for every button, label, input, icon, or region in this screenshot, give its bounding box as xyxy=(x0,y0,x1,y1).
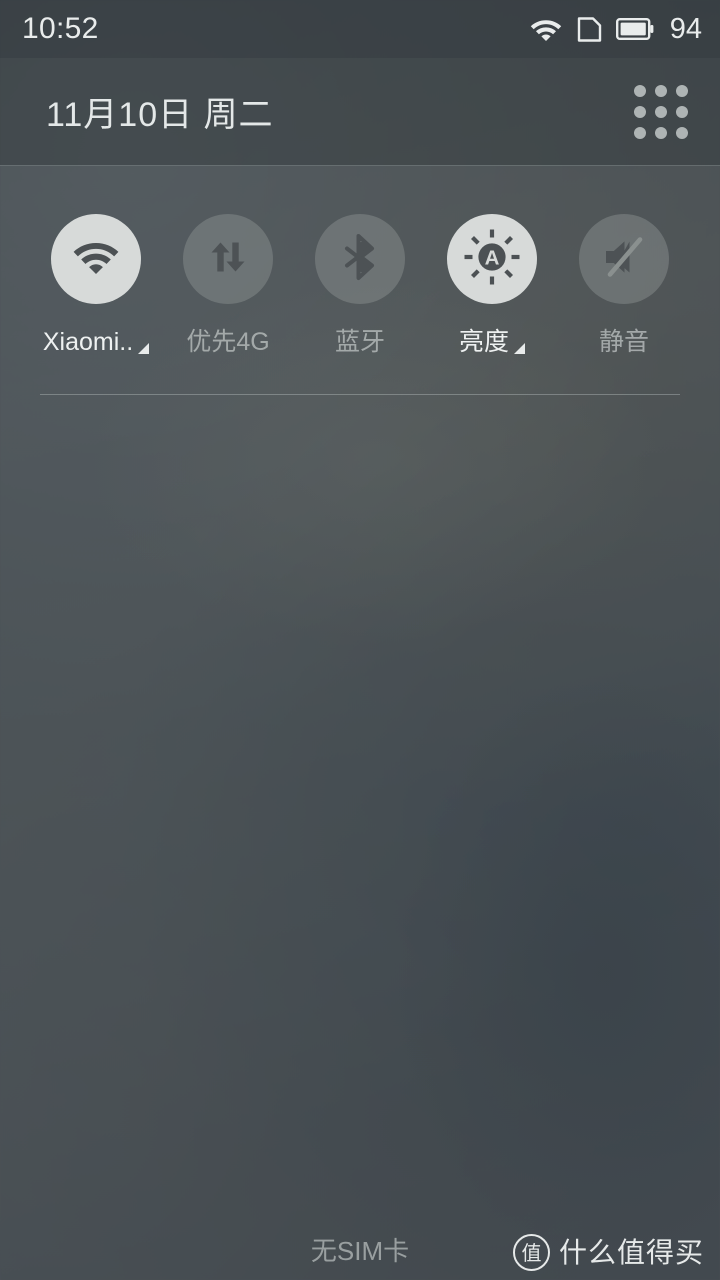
toggle-mobile-data-circle[interactable] xyxy=(183,214,273,304)
grid-dot xyxy=(634,105,646,118)
toggle-mute-label: 静音 xyxy=(598,328,649,356)
toggle-wifi-label: Xiaomi.. xyxy=(42,328,134,356)
watermark-badge-icon: 值 xyxy=(512,1234,550,1271)
svg-text:A: A xyxy=(485,246,500,269)
grid-dot xyxy=(655,126,667,139)
toggle-bluetooth-label-row: 蓝牙 xyxy=(335,330,385,355)
battery-percentage: 94 xyxy=(669,12,702,45)
notification-list-empty-area xyxy=(0,395,720,1280)
sim-card-icon xyxy=(576,16,603,43)
toggle-mobile-data[interactable]: 优先4G xyxy=(162,214,294,355)
watermark: 值 什么值得买 xyxy=(512,1234,704,1271)
volume-mute-icon xyxy=(600,235,648,284)
toggle-wifi-circle[interactable] xyxy=(51,214,141,304)
grid-dot xyxy=(655,84,667,97)
status-clock: 10:52 xyxy=(22,12,99,45)
battery-icon xyxy=(615,18,654,40)
bluetooth-icon xyxy=(339,233,381,286)
toggle-brightness[interactable]: A 亮度 xyxy=(426,214,558,355)
grid-dot xyxy=(634,84,646,97)
grid-dot xyxy=(634,126,646,139)
date-header-bar: 11月10日 周二 xyxy=(0,58,720,166)
wifi-icon xyxy=(529,16,563,42)
watermark-text: 什么值得买 xyxy=(558,1236,704,1268)
chevron-expand-icon[interactable] xyxy=(138,343,150,354)
toggle-mute-label-row: 静音 xyxy=(599,330,649,355)
toggle-wifi[interactable]: Xiaomi.. xyxy=(30,214,162,355)
grid-dot xyxy=(676,84,688,97)
mobile-data-icon xyxy=(205,234,251,285)
toggle-wifi-label-row: Xiaomi.. xyxy=(42,328,150,356)
toggle-bluetooth-label: 蓝牙 xyxy=(334,328,385,356)
grid-menu-icon[interactable] xyxy=(626,77,696,147)
grid-dot xyxy=(655,105,667,118)
toggle-brightness-label: 亮度 xyxy=(458,328,509,356)
toggle-mute-circle[interactable] xyxy=(579,214,669,304)
toggle-brightness-circle[interactable]: A xyxy=(447,214,537,304)
notification-shade-screen: 10:52 94 11月10日 周二 Xiaomi.. 优先4G 蓝牙 A 亮度… xyxy=(0,0,720,1280)
toggle-brightness-label-row: 亮度 xyxy=(459,330,525,355)
wifi-icon xyxy=(71,237,121,282)
grid-dot xyxy=(676,126,688,139)
status-bar: 10:52 94 xyxy=(0,0,720,58)
chevron-expand-icon[interactable] xyxy=(514,343,525,354)
auto-brightness-icon: A xyxy=(461,226,523,293)
toggle-bluetooth[interactable]: 蓝牙 xyxy=(294,214,426,355)
toggle-mobile-data-label-row: 优先4G xyxy=(186,330,269,355)
grid-dot xyxy=(676,105,688,118)
date-label: 11月10日 周二 xyxy=(46,96,274,134)
toggle-mobile-data-label: 优先4G xyxy=(186,328,270,356)
status-icon-group: 94 xyxy=(529,12,702,45)
quick-settings-toggle-row: Xiaomi.. 优先4G 蓝牙 A 亮度 静音 xyxy=(0,166,720,394)
toggle-mute[interactable]: 静音 xyxy=(558,214,690,355)
toggle-bluetooth-circle[interactable] xyxy=(315,214,405,304)
